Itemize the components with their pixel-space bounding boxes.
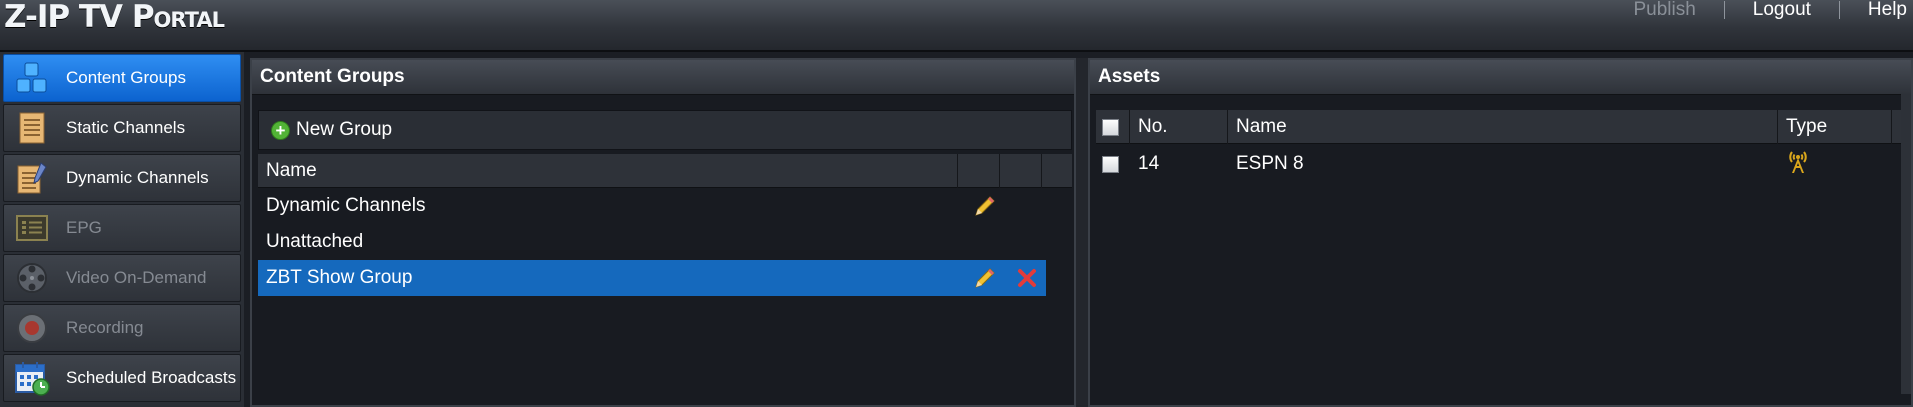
assets-table-header: No. Name Type — [1096, 110, 1902, 144]
column-header-type[interactable]: Type — [1778, 110, 1892, 144]
column-header-no[interactable]: No. — [1130, 110, 1228, 144]
table-row[interactable]: Unattached — [258, 224, 1072, 260]
asset-number: 14 — [1138, 153, 1160, 174]
table-row-selected[interactable]: ZBT Show Group — [258, 260, 1046, 296]
row-checkbox-cell — [1096, 155, 1130, 173]
static-channels-icon — [12, 108, 52, 148]
sidebar-item-video-on-demand[interactable]: Video On-Demand — [3, 254, 241, 302]
sidebar-item-recording[interactable]: Recording — [3, 304, 241, 352]
top-bar: Z-IP TV PORTAL Publish Logout Help — [0, 0, 1913, 52]
sidebar-item-label: EPG — [66, 218, 102, 237]
sidebar-item-scheduled-broadcasts[interactable]: Scheduled Broadcasts — [3, 354, 241, 402]
column-header-delete — [1000, 154, 1042, 188]
sidebar-item-label: Static Channels — [66, 118, 186, 137]
record-icon — [12, 308, 52, 348]
group-name: Unattached — [266, 231, 364, 252]
select-all-checkbox[interactable] — [1102, 118, 1119, 136]
logo-text: ORTAL — [153, 8, 225, 32]
sidebar-item-label: Scheduled Broadcasts — [66, 368, 237, 387]
column-header-name[interactable]: Name — [1228, 110, 1778, 144]
app-logo: Z-IP TV PORTAL — [4, 0, 225, 35]
assets-list: 14 ESPN 8 — [1096, 144, 1902, 184]
content-groups-toolbar: + New Group — [258, 110, 1072, 150]
column-header-edit — [958, 154, 1000, 188]
sidebar-item-content-groups[interactable]: Content Groups — [3, 54, 241, 102]
table-row[interactable]: Dynamic Channels — [258, 188, 1072, 224]
content-groups-icon — [12, 58, 52, 98]
asset-name: ESPN 8 — [1236, 153, 1304, 174]
panel-divider[interactable] — [1076, 58, 1088, 407]
sidebar-item-static-channels[interactable]: Static Channels — [3, 104, 241, 152]
column-header-name[interactable]: Name — [258, 154, 958, 188]
select-all-cell — [1096, 110, 1130, 144]
sidebar: Content Groups Static Channels Dynamic C… — [0, 52, 244, 407]
edit-pencil-icon[interactable] — [971, 264, 999, 292]
help-link[interactable]: Help — [1840, 0, 1913, 20]
sidebar-item-label: Content Groups — [66, 68, 187, 87]
assets-title: Assets — [1090, 60, 1911, 95]
logo-text: IP — [36, 0, 70, 35]
assets-scrollbar[interactable] — [1901, 94, 1911, 394]
epg-icon — [12, 208, 52, 248]
logo-text: P — [131, 0, 155, 35]
film-reel-icon — [12, 258, 52, 298]
content-groups-list: Dynamic Channels Unattached ZBT Show Gro… — [258, 188, 1072, 296]
sidebar-item-dynamic-channels[interactable]: Dynamic Channels — [3, 154, 241, 202]
column-header-spacer — [1042, 154, 1072, 188]
sidebar-item-epg[interactable]: EPG — [3, 204, 241, 252]
sidebar-item-label: Dynamic Channels — [66, 168, 209, 187]
table-row[interactable]: 14 ESPN 8 — [1096, 144, 1902, 184]
dynamic-channels-icon — [12, 158, 52, 198]
content-groups-panel: Content Groups + New Group Name Dynamic … — [250, 58, 1076, 407]
assets-panel: Assets No. Name Type 14 ESPN 8 — [1088, 58, 1913, 407]
edit-pencil-icon[interactable] — [971, 192, 999, 220]
delete-x-icon[interactable] — [1013, 264, 1041, 292]
add-icon: + — [271, 120, 290, 140]
top-nav: Publish Logout Help — [1605, 0, 1913, 20]
content-groups-title: Content Groups — [252, 60, 1074, 95]
broadcast-antenna-icon — [1786, 148, 1810, 180]
publish-link[interactable]: Publish — [1605, 0, 1723, 20]
new-group-label: New Group — [296, 119, 393, 140]
logo-text: Z — [4, 0, 26, 35]
asset-type-cell — [1778, 148, 1892, 180]
group-name: Dynamic Channels — [266, 195, 426, 216]
row-checkbox[interactable] — [1102, 155, 1119, 173]
group-name: ZBT Show Group — [266, 267, 413, 288]
logo-text: TV — [69, 0, 132, 35]
sidebar-item-label: Video On-Demand — [66, 268, 207, 287]
calendar-clock-icon — [12, 358, 52, 398]
logout-link[interactable]: Logout — [1725, 0, 1839, 20]
sidebar-item-label: Recording — [66, 318, 144, 337]
new-group-button[interactable]: + New Group — [271, 119, 392, 141]
content-groups-table-header: Name — [258, 154, 1072, 188]
logo-text: - — [24, 0, 38, 35]
